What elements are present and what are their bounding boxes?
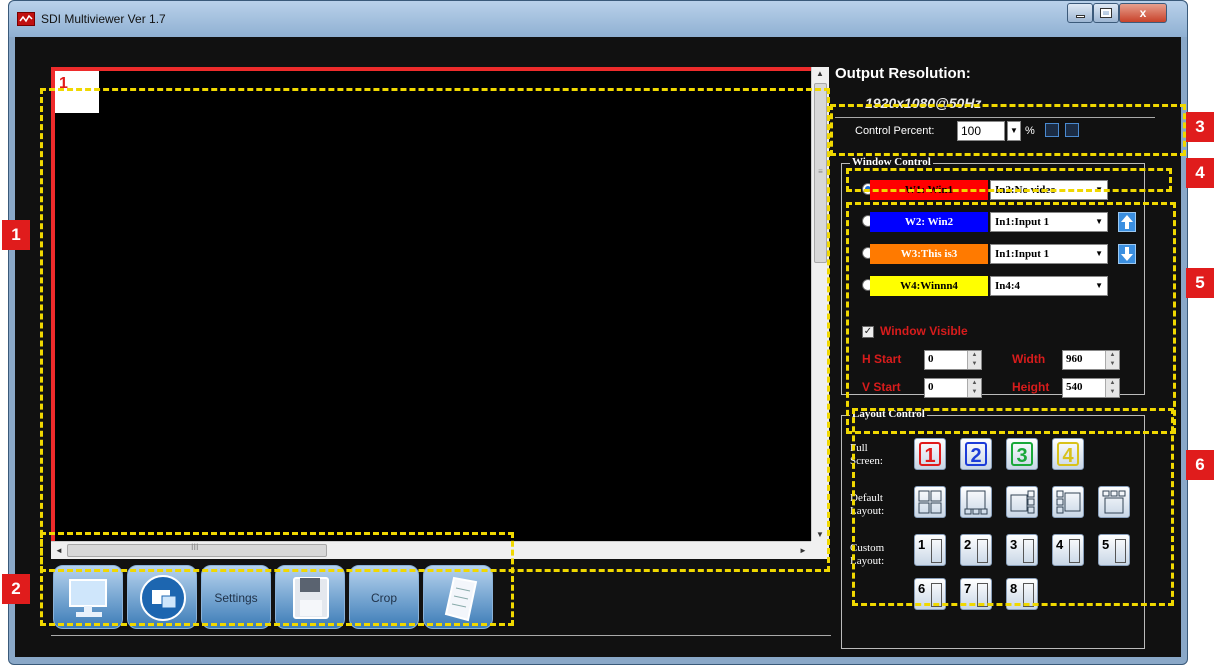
output-resolution-heading: Output Resolution: bbox=[835, 65, 971, 82]
minimize-button[interactable] bbox=[1067, 3, 1093, 23]
annotation-badge-2: 2 bbox=[2, 574, 30, 604]
maximize-button[interactable] bbox=[1093, 3, 1119, 23]
annotation-region-3 bbox=[830, 104, 1186, 156]
window-title: SDI Multiviewer Ver 1.7 bbox=[41, 12, 166, 26]
annotation-region-2 bbox=[40, 532, 514, 626]
annotation-region-5 bbox=[846, 202, 1176, 434]
annotation-region-6 bbox=[852, 408, 1174, 606]
annotation-badge-1: 1 bbox=[2, 220, 30, 250]
close-button[interactable]: x bbox=[1119, 3, 1167, 23]
annotation-region-4 bbox=[846, 168, 1172, 192]
toolbar-divider bbox=[51, 635, 831, 636]
annotation-badge-4: 4 bbox=[1186, 158, 1214, 188]
annotation-badge-6: 6 bbox=[1186, 450, 1214, 480]
app-logo-icon bbox=[17, 12, 35, 26]
annotation-badge-5: 5 bbox=[1186, 268, 1214, 298]
annotation-badge-3: 3 bbox=[1186, 112, 1214, 142]
minimize-icon bbox=[1075, 15, 1085, 18]
maximize-icon bbox=[1100, 8, 1112, 18]
scroll-up-icon[interactable]: ▲ bbox=[812, 69, 828, 78]
window-control-title: Window Control bbox=[850, 156, 933, 168]
annotation-region-1 bbox=[40, 88, 830, 572]
title-bar[interactable]: SDI Multiviewer Ver 1.7 x bbox=[9, 1, 1187, 37]
